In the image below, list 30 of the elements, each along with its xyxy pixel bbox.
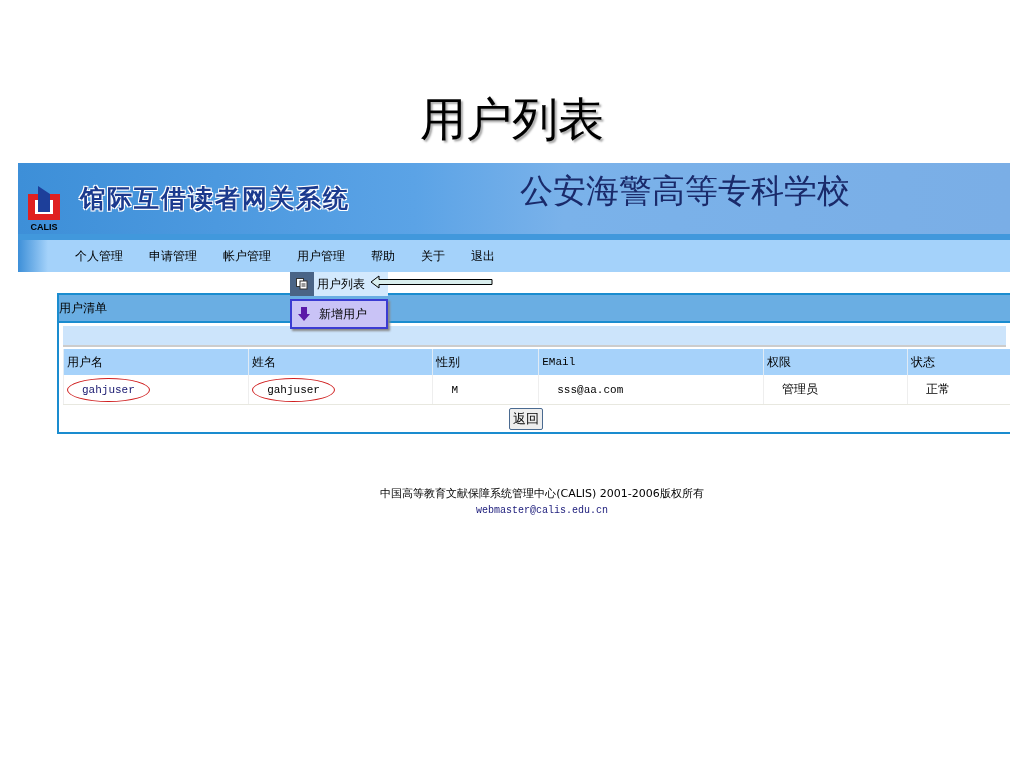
logo-text: CALIS [30, 222, 58, 232]
nav-item[interactable]: 退出 [471, 247, 495, 265]
logo-icon [26, 184, 62, 222]
down-arrow-icon [298, 307, 310, 321]
school-name: 公安海警高等专科学校 [520, 170, 850, 212]
column-header: 用户名 [63, 349, 249, 375]
nav-item[interactable]: 用户管理 [297, 247, 345, 265]
menu-item[interactable]: 新增用户 [290, 299, 388, 329]
menu-item[interactable]: 用户列表 [290, 272, 388, 296]
column-header: 权限 [763, 349, 908, 375]
panel-title: 用户清单 [59, 299, 107, 317]
column-header: 性别 [432, 349, 539, 375]
table-cell-text: 正常 [925, 381, 952, 398]
nav-item[interactable]: 个人管理 [75, 247, 123, 265]
nav-item[interactable]: 帐户管理 [223, 247, 271, 265]
nav-item[interactable]: 帮助 [371, 247, 395, 265]
system-name: 馆际互借读者网关系统 [80, 183, 350, 215]
table-cell-text: sss@aa.com [556, 382, 625, 398]
copyright-text: 中国高等教育文献保障系统管理中心(CALIS) 2001-2006版权所有 [380, 486, 704, 501]
column-header: 状态 [907, 349, 1010, 375]
table-cell-text: 管理员 [781, 381, 820, 398]
column-header: 姓名 [248, 349, 433, 375]
column-header: EMail [538, 349, 764, 375]
slide-title: 用户列表 [419, 91, 605, 148]
copy-icon [296, 278, 308, 290]
nav-item[interactable]: 关于 [421, 247, 445, 265]
table-cell-text: M [450, 382, 459, 398]
email-link[interactable]: webmaster@calis.edu.cn [476, 505, 608, 516]
nav-item[interactable]: 申请管理 [149, 247, 197, 265]
back-button[interactable]: 返回 [508, 408, 543, 430]
